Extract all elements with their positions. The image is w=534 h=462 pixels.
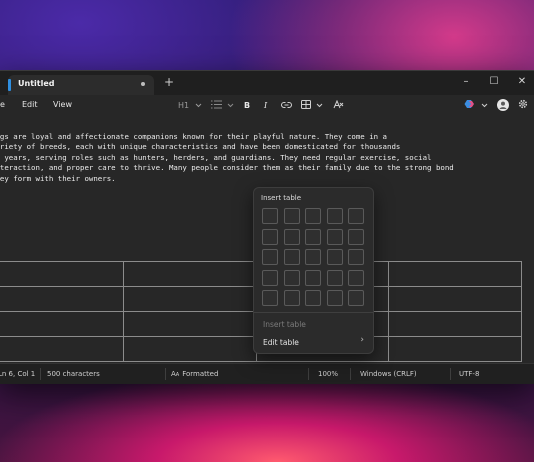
avatar-icon [497, 99, 509, 111]
table-size-cell[interactable] [348, 269, 364, 286]
status-separator [165, 368, 166, 380]
table-size-cell[interactable] [262, 228, 278, 245]
table-cell[interactable] [0, 286, 124, 312]
menu-bar: e Edit View H1 B I [0, 95, 534, 117]
copilot-dropdown[interactable] [464, 99, 488, 113]
text-line: of years, serving roles such as hunters,… [0, 152, 432, 162]
close-button[interactable]: ✕ [514, 74, 530, 90]
text-line: they form with their owners. [0, 173, 116, 183]
table-size-cell[interactable] [326, 228, 343, 245]
table-cell[interactable] [388, 261, 522, 287]
line-ending[interactable]: Windows (CRLF) [360, 370, 417, 378]
table-size-cell[interactable] [326, 208, 343, 224]
table-cell[interactable] [388, 336, 522, 362]
unsaved-dot-icon[interactable] [141, 82, 145, 86]
encoding[interactable]: UTF-8 [459, 370, 479, 378]
table-icon [301, 100, 311, 109]
tab-title: Untitled [18, 79, 55, 88]
table-size-cell[interactable] [348, 228, 364, 245]
popup-divider [254, 312, 373, 313]
table-dropdown[interactable] [301, 99, 323, 113]
heading-dropdown[interactable]: H1 [178, 99, 202, 113]
table-size-cell[interactable] [326, 249, 343, 265]
menu-view[interactable]: View [53, 100, 72, 109]
table-cell[interactable] [122, 286, 257, 312]
edit-table-item[interactable]: Edit table [263, 338, 299, 347]
table-cell[interactable] [0, 311, 124, 337]
insert-table-popup: Insert table Insert table Edit table › [253, 187, 374, 354]
link-icon [281, 102, 292, 108]
italic-button[interactable]: I [264, 99, 267, 113]
text-line: interaction, and proper care to thrive. … [0, 163, 454, 173]
maximize-button[interactable]: ☐ [486, 74, 502, 90]
table-size-cell[interactable] [283, 290, 300, 306]
list-dropdown[interactable] [211, 99, 234, 113]
table-size-cell[interactable] [348, 249, 364, 265]
cursor-position: Ln 6, Col 1 [0, 370, 36, 378]
table-size-cell[interactable] [283, 249, 300, 265]
text-line: variety of breeds, each with unique char… [0, 142, 401, 152]
table-cell[interactable] [0, 261, 124, 287]
formatting-icon: AA [171, 370, 180, 378]
clear-formatting-icon [333, 99, 344, 109]
settings-button[interactable] [518, 99, 528, 113]
table-size-cell[interactable] [348, 208, 364, 224]
popup-title: Insert table [261, 194, 302, 202]
clear-formatting-button[interactable] [333, 99, 344, 113]
table-size-cell[interactable] [283, 269, 300, 286]
new-tab-button[interactable]: + [164, 76, 174, 88]
table-size-cell[interactable] [326, 269, 343, 286]
table-size-cell[interactable] [305, 249, 321, 265]
text-line: Dogs are loyal and affectionate companio… [0, 132, 388, 141]
insert-table-button[interactable]: Insert table [263, 320, 306, 329]
table-cell[interactable] [122, 261, 257, 287]
table-cell[interactable] [0, 336, 124, 362]
active-tab-indicator [8, 79, 11, 91]
status-separator [40, 368, 41, 380]
table-size-cell[interactable] [262, 269, 278, 286]
status-bar: Ln 6, Col 1 500 characters AA Formatted 1… [0, 363, 534, 384]
format-label: Formatted [182, 370, 219, 378]
table-size-cell[interactable] [326, 290, 343, 306]
tab-untitled[interactable]: Untitled [8, 75, 154, 95]
chevron-down-icon [481, 103, 487, 108]
table-size-cell[interactable] [262, 290, 278, 306]
chevron-right-icon: › [360, 335, 364, 345]
menu-edit[interactable]: Edit [22, 100, 38, 109]
character-count: 500 characters [47, 370, 100, 378]
table-size-cell[interactable] [305, 290, 321, 306]
format-toggle[interactable]: AA Formatted [171, 370, 218, 378]
list-icon [211, 100, 222, 109]
copilot-icon [464, 100, 474, 108]
minimize-button[interactable]: – [458, 74, 474, 90]
gear-icon [518, 99, 528, 109]
table-cell[interactable] [122, 311, 257, 337]
bold-button[interactable]: B [244, 99, 250, 113]
table-size-cell[interactable] [283, 208, 300, 224]
table-size-cell[interactable] [305, 208, 321, 224]
chevron-down-icon [316, 103, 322, 108]
heading-label: H1 [178, 101, 190, 110]
status-separator [350, 368, 351, 380]
table-size-cell[interactable] [262, 249, 278, 265]
table-size-cell[interactable] [283, 228, 300, 245]
table-cell[interactable] [388, 311, 522, 337]
table-cell[interactable] [122, 336, 257, 362]
account-button[interactable] [497, 99, 509, 113]
link-button[interactable] [281, 99, 292, 113]
status-separator [308, 368, 309, 380]
title-bar: Untitled + – ☐ ✕ [0, 71, 534, 95]
zoom-level[interactable]: 100% [318, 370, 338, 378]
chevron-down-icon [195, 103, 202, 108]
table-size-cell[interactable] [348, 290, 364, 306]
table-size-cell[interactable] [305, 228, 321, 245]
table-size-cell[interactable] [262, 208, 278, 224]
notepad-window: Untitled + – ☐ ✕ e Edit View H1 B I Dogs… [0, 70, 534, 384]
status-separator [450, 368, 451, 380]
table-size-cell[interactable] [305, 269, 321, 286]
chevron-down-icon [227, 103, 233, 108]
menu-file[interactable]: e [0, 100, 5, 109]
table-cell[interactable] [388, 286, 522, 312]
